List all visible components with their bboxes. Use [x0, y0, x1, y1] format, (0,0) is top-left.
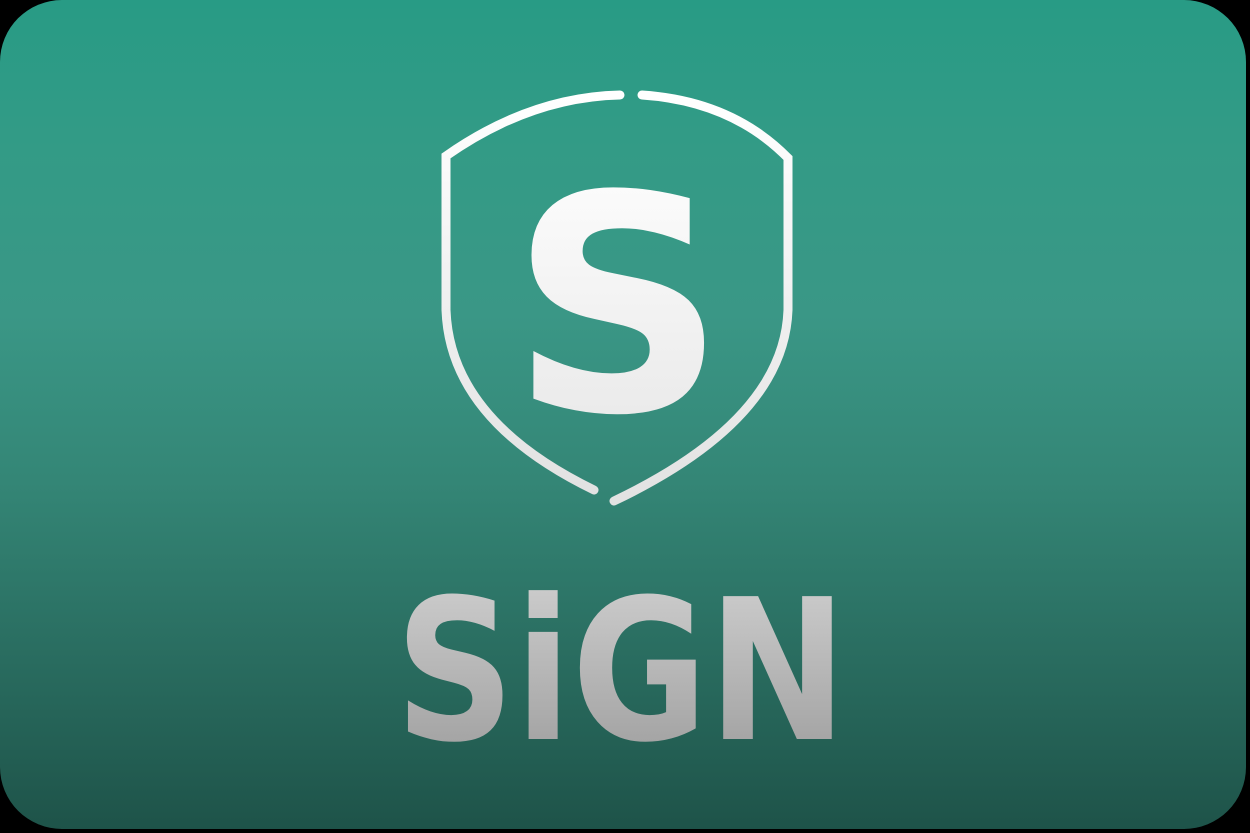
app-tile: S SiGN [0, 0, 1246, 829]
emblem-letter: S [510, 132, 726, 481]
wordmark-text: SiGN [395, 558, 847, 782]
wordmark-art: SiGN [395, 558, 847, 782]
